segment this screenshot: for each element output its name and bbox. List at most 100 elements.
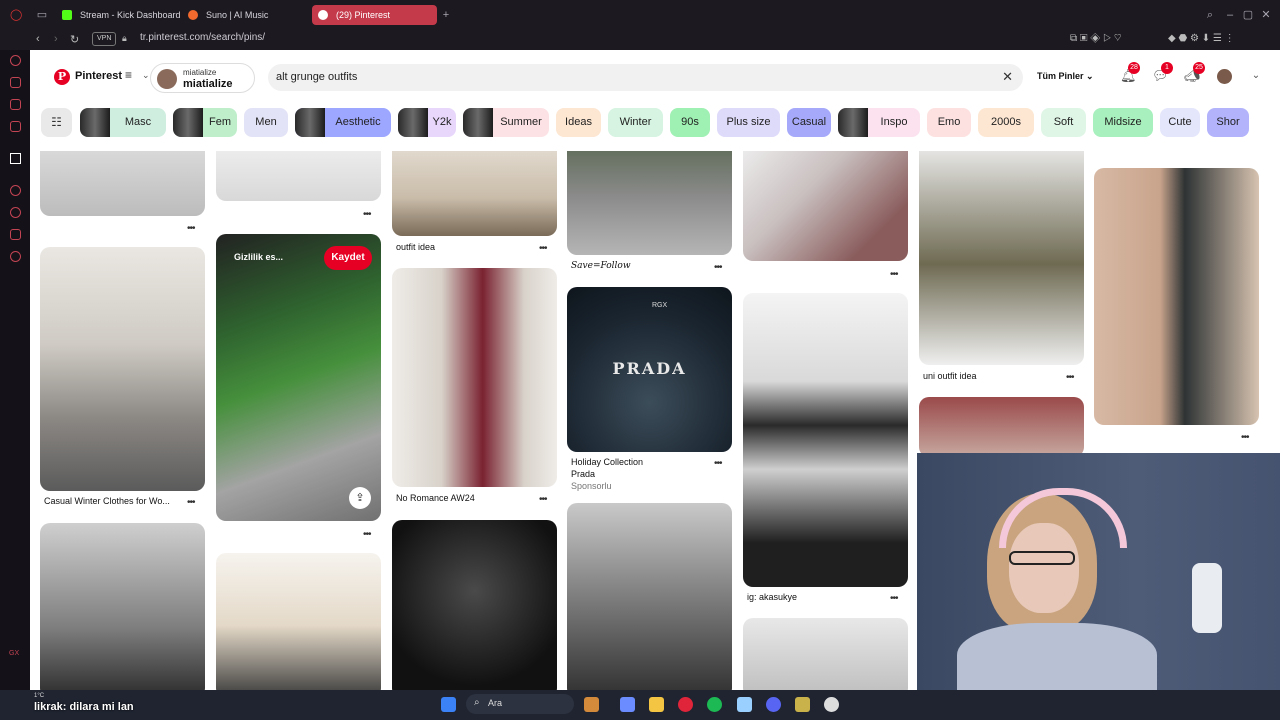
pin-image[interactable]	[392, 151, 557, 236]
pin-image[interactable]	[743, 618, 908, 690]
back-icon[interactable]: ‹	[36, 33, 40, 45]
pin-image[interactable]	[567, 151, 732, 255]
more-options-icon[interactable]: •••	[539, 243, 547, 254]
pin-image[interactable]	[392, 268, 557, 487]
chip-y2k[interactable]: Y2k	[398, 108, 456, 137]
reload-icon[interactable]: ↻	[70, 33, 79, 46]
url-field[interactable]: tr.pinterest.com/search/pins/	[140, 32, 265, 43]
player-icon[interactable]	[10, 185, 21, 196]
chip-shor[interactable]: Shor	[1207, 108, 1249, 137]
messenger-icon[interactable]	[10, 121, 21, 132]
pin-image[interactable]	[919, 151, 1084, 365]
account-chevron-icon[interactable]: ⌄	[1248, 68, 1264, 84]
minimize-icon[interactable]: –	[1224, 9, 1236, 21]
chip-men[interactable]: Men	[244, 108, 288, 137]
instagram-icon[interactable]	[10, 99, 21, 110]
pin-caption[interactable]: No Romance AW24	[396, 493, 475, 503]
copilot-icon[interactable]	[620, 697, 635, 712]
more-options-icon[interactable]: •••	[890, 269, 898, 280]
taskbar-app-icon[interactable]	[584, 697, 599, 712]
save-button[interactable]: Kaydet	[324, 246, 372, 270]
workspaces-icon[interactable]: ▭	[36, 9, 48, 21]
pin-image[interactable]	[40, 151, 205, 216]
ad-brand[interactable]: Prada	[571, 469, 595, 479]
more-options-icon[interactable]: •••	[1066, 372, 1074, 383]
extensions-icon[interactable]	[10, 229, 21, 240]
chip-summer[interactable]: Summer	[463, 108, 549, 137]
more-options-icon[interactable]: •••	[1241, 432, 1249, 443]
chip-midsize[interactable]: Midsize	[1093, 108, 1153, 137]
chip-inspo[interactable]: Inspo	[838, 108, 920, 137]
board-selector[interactable]: Gizlilik es...	[234, 252, 283, 262]
more-options-icon[interactable]: •••	[363, 529, 371, 540]
pin-image[interactable]	[216, 151, 381, 201]
shopping-icon[interactable]	[10, 77, 21, 88]
spotify-icon[interactable]	[707, 697, 722, 712]
steam-icon[interactable]	[737, 697, 752, 712]
settings-icon[interactable]	[10, 251, 21, 262]
chip-2000s[interactable]: 2000s	[978, 108, 1034, 137]
chip-emo[interactable]: Emo	[927, 108, 971, 137]
search-bar[interactable]: alt grunge outfits ✕	[268, 64, 1023, 91]
chip-casual[interactable]: Casual	[787, 108, 831, 137]
search-input[interactable]: alt grunge outfits	[276, 71, 357, 83]
pin-caption[interactable]: uni outfit idea	[923, 371, 977, 381]
maximize-icon[interactable]: ▢	[1242, 9, 1254, 21]
discord-icon[interactable]	[766, 697, 781, 712]
more-options-icon[interactable]: •••	[890, 593, 898, 604]
scope-dropdown[interactable]: Tüm Pinler ⌄	[1037, 71, 1094, 82]
tab-pinterest[interactable]: (29) Pinterest	[312, 5, 437, 25]
file-explorer-icon[interactable]	[649, 697, 664, 712]
gx-icon[interactable]: GX	[9, 650, 19, 657]
search-tabs-icon[interactable]: ⌕	[1204, 9, 1216, 21]
tiktok-icon[interactable]	[10, 153, 21, 164]
chip-ideas[interactable]: Ideas	[556, 108, 601, 137]
menu-icon[interactable]: ≡	[125, 68, 132, 82]
pin-image[interactable]	[567, 503, 732, 690]
pinterest-logo-icon[interactable]: P	[54, 69, 70, 85]
account-switcher[interactable]: miatialize miatialize	[150, 63, 255, 93]
new-tab-icon[interactable]: +	[440, 9, 452, 21]
pin-image[interactable]	[743, 293, 908, 587]
ad-title[interactable]: Holiday Collection	[571, 457, 643, 467]
chip-winter[interactable]: Winter	[608, 108, 663, 137]
clear-search-icon[interactable]: ✕	[1002, 69, 1013, 85]
pin-image[interactable]	[40, 247, 205, 491]
tab-suno[interactable]: Suno | AI Music	[182, 5, 308, 25]
chip-90s[interactable]: 90s	[670, 108, 710, 137]
taskbar-app-icon[interactable]	[795, 697, 810, 712]
more-options-icon[interactable]: •••	[363, 209, 371, 220]
history-icon[interactable]	[10, 207, 21, 218]
taskbar-search[interactable]: ⌕ Ara	[466, 694, 574, 714]
chip-masc[interactable]: Masc	[80, 108, 166, 137]
pin-image[interactable]	[743, 151, 908, 261]
obs-icon[interactable]	[824, 697, 839, 712]
aria-icon[interactable]	[10, 55, 21, 66]
close-icon[interactable]: ✕	[1260, 9, 1272, 21]
chip-aesthetic[interactable]: Aesthetic	[295, 108, 391, 137]
profile-avatar[interactable]	[1217, 69, 1232, 84]
more-options-icon[interactable]: •••	[714, 262, 722, 273]
more-options-icon[interactable]: •••	[187, 497, 195, 508]
pin-caption[interactable]: Save=Follow	[571, 261, 631, 271]
pin-image[interactable]	[919, 397, 1084, 457]
chip-cute[interactable]: Cute	[1160, 108, 1200, 137]
more-options-icon[interactable]: •••	[714, 458, 722, 469]
chip-soft[interactable]: Soft	[1041, 108, 1086, 137]
pin-image[interactable]	[1094, 168, 1259, 425]
chip-fem[interactable]: Fem	[173, 108, 237, 137]
more-options-icon[interactable]: •••	[539, 494, 547, 505]
more-options-icon[interactable]: •••	[187, 223, 195, 234]
chevron-down-icon[interactable]: ⌄	[142, 70, 150, 81]
vpn-badge[interactable]: VPN	[92, 32, 117, 46]
extension-icons[interactable]: ⧉ ▣ ◈ ▷ ♡	[1070, 33, 1122, 44]
forward-icon[interactable]: ›	[54, 33, 58, 45]
opera-logo-icon[interactable]: ◯	[10, 9, 22, 21]
pin-caption[interactable]: Casual Winter Clothes for Wo...	[44, 496, 170, 506]
ad-image[interactable]: PRADA	[567, 287, 732, 452]
pin-caption[interactable]: outfit idea	[396, 242, 435, 252]
share-icon[interactable]: ⇪	[349, 487, 371, 509]
windows-start-icon[interactable]	[441, 697, 456, 712]
tab-kick[interactable]: Stream - Kick Dashboard	[56, 5, 181, 25]
brand-name[interactable]: Pinterest	[75, 70, 122, 82]
